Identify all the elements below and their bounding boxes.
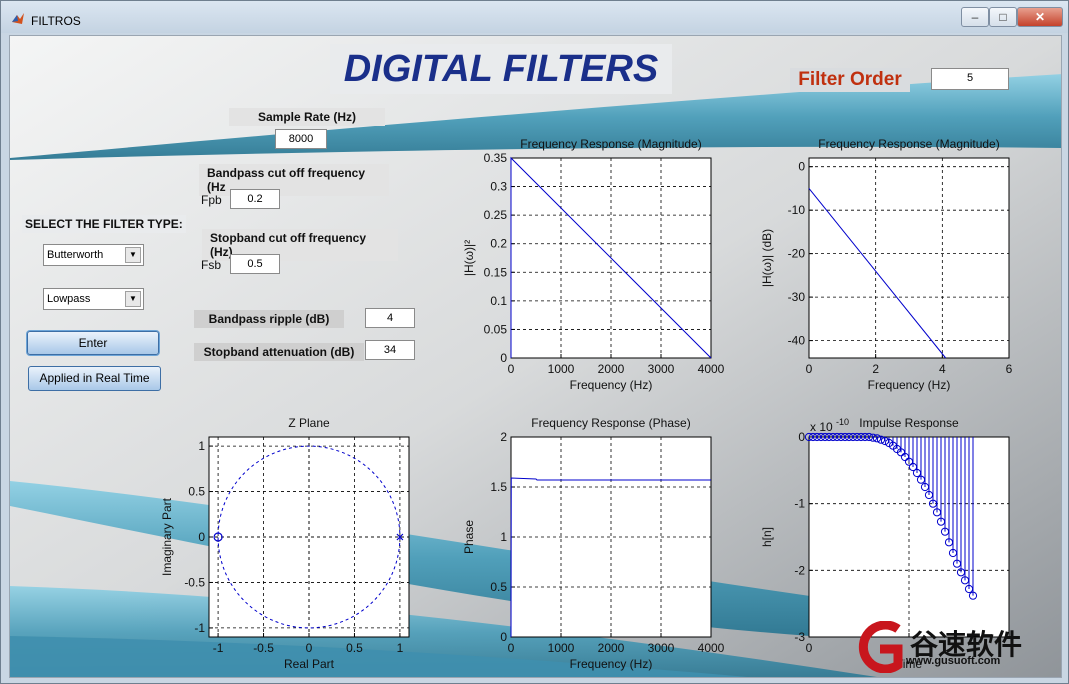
x-axis-label-2: Real Part xyxy=(284,657,335,671)
y-tick-label: 0.5 xyxy=(490,580,507,594)
x-tick-label: 4000 xyxy=(698,362,725,376)
y-tick-label: -3 xyxy=(794,630,805,644)
y-tick-label: 0.5 xyxy=(188,485,205,499)
x-tick-label: 0.5 xyxy=(346,641,363,655)
y-tick-label: 0 xyxy=(198,530,205,544)
y-axis-label-3: Phase xyxy=(462,520,476,554)
x-tick-label: -0.5 xyxy=(253,641,274,655)
x-tick-label: 4 xyxy=(939,362,946,376)
plot-axes-1 xyxy=(808,157,1010,359)
plots-layer: 0 1000 2000 3000 400000.050.10.150.20.250.30… xyxy=(160,137,1013,671)
y-tick-label: 0.25 xyxy=(484,208,508,222)
x-tick-label: -1 xyxy=(213,641,224,655)
y-tick-label: -40 xyxy=(788,334,806,348)
y-tick-label: 0.3 xyxy=(490,180,507,194)
exponent-value: -10 xyxy=(836,417,849,427)
x-tick-label: 1000 xyxy=(548,362,575,376)
y-tick-label: 1 xyxy=(198,439,205,453)
y-axis-label-0: |H(ω)|² xyxy=(462,240,476,276)
x-tick-label: 2000 xyxy=(598,641,625,655)
x-tick-label: 0 xyxy=(306,641,313,655)
app-window: FILTROS – □ ✕ DIGITAL FILTERS Filter Ord… xyxy=(0,0,1069,684)
y-tick-label: 1 xyxy=(500,530,507,544)
y-tick-label: 0.15 xyxy=(484,265,508,279)
y-tick-label: 0 xyxy=(798,430,805,444)
watermark: 谷速软件 www.gusuoft.com xyxy=(850,621,1055,673)
y-tick-label: -20 xyxy=(788,247,806,261)
x-tick-label: 2 xyxy=(872,362,879,376)
y-tick-label: -2 xyxy=(794,563,805,577)
x-tick-label: 6 xyxy=(1006,362,1013,376)
brand-logo-icon xyxy=(858,621,903,673)
x-tick-label: 3000 xyxy=(648,641,675,655)
brand-url: www.gusuoft.com xyxy=(906,655,1001,667)
y-axis-label-4: h[n] xyxy=(760,527,774,547)
plot-title-2: Z Plane xyxy=(288,416,330,430)
maximize-button[interactable]: □ xyxy=(989,7,1017,27)
y-axis-label-2: Imaginary Part xyxy=(160,497,174,576)
y-tick-label: 0 xyxy=(798,160,805,174)
x-tick-label: 0 xyxy=(806,362,813,376)
y-tick-label: 0 xyxy=(500,630,507,644)
x-axis-label-0: Frequency (Hz) xyxy=(570,378,653,392)
x-axis-label-1: Frequency (Hz) xyxy=(868,378,951,392)
plot-title-4: Impulse Response xyxy=(859,416,959,430)
x-tick-label: 0 xyxy=(806,641,813,655)
y-tick-label: 0.2 xyxy=(490,237,507,251)
x-tick-label: 0 xyxy=(508,362,515,376)
x-tick-label: 4000 xyxy=(698,641,725,655)
y-tick-label: 0.35 xyxy=(484,151,508,165)
title-bar[interactable]: FILTROS – □ ✕ xyxy=(1,1,1068,33)
plot-title-3: Frequency Response (Phase) xyxy=(531,416,690,430)
plot-title-1: Frequency Response (Magnitude) xyxy=(818,137,999,151)
y-tick-label: 2 xyxy=(500,430,507,444)
y-tick-label: 0.05 xyxy=(484,322,508,336)
exponent-label: x 10 xyxy=(810,420,833,434)
y-tick-label: 1.5 xyxy=(490,480,507,494)
x-tick-label: 1 xyxy=(397,641,404,655)
y-tick-label: 0 xyxy=(500,351,507,365)
plot-title-0: Frequency Response (Magnitude) xyxy=(520,137,701,151)
x-tick-label: 1000 xyxy=(548,641,575,655)
y-tick-label: -30 xyxy=(788,290,806,304)
minimize-button[interactable]: – xyxy=(961,7,989,27)
x-tick-label: 3000 xyxy=(648,362,675,376)
close-button[interactable]: ✕ xyxy=(1017,7,1063,27)
x-tick-label: 2000 xyxy=(598,362,625,376)
figure-area: DIGITAL FILTERS Filter Order 5 Sample Ra… xyxy=(9,35,1062,678)
y-tick-label: -0.5 xyxy=(184,575,205,589)
x-axis-label-3: Frequency (Hz) xyxy=(570,657,653,671)
window-title: FILTROS xyxy=(31,14,81,28)
y-tick-label: -10 xyxy=(788,203,806,217)
y-tick-label: 0.1 xyxy=(490,294,507,308)
y-axis-label-1: |H(ω)| (dB) xyxy=(760,229,774,287)
y-tick-label: -1 xyxy=(194,621,205,635)
matlab-icon xyxy=(12,13,24,24)
y-tick-label: -1 xyxy=(794,497,805,511)
x-tick-label: 0 xyxy=(508,641,515,655)
